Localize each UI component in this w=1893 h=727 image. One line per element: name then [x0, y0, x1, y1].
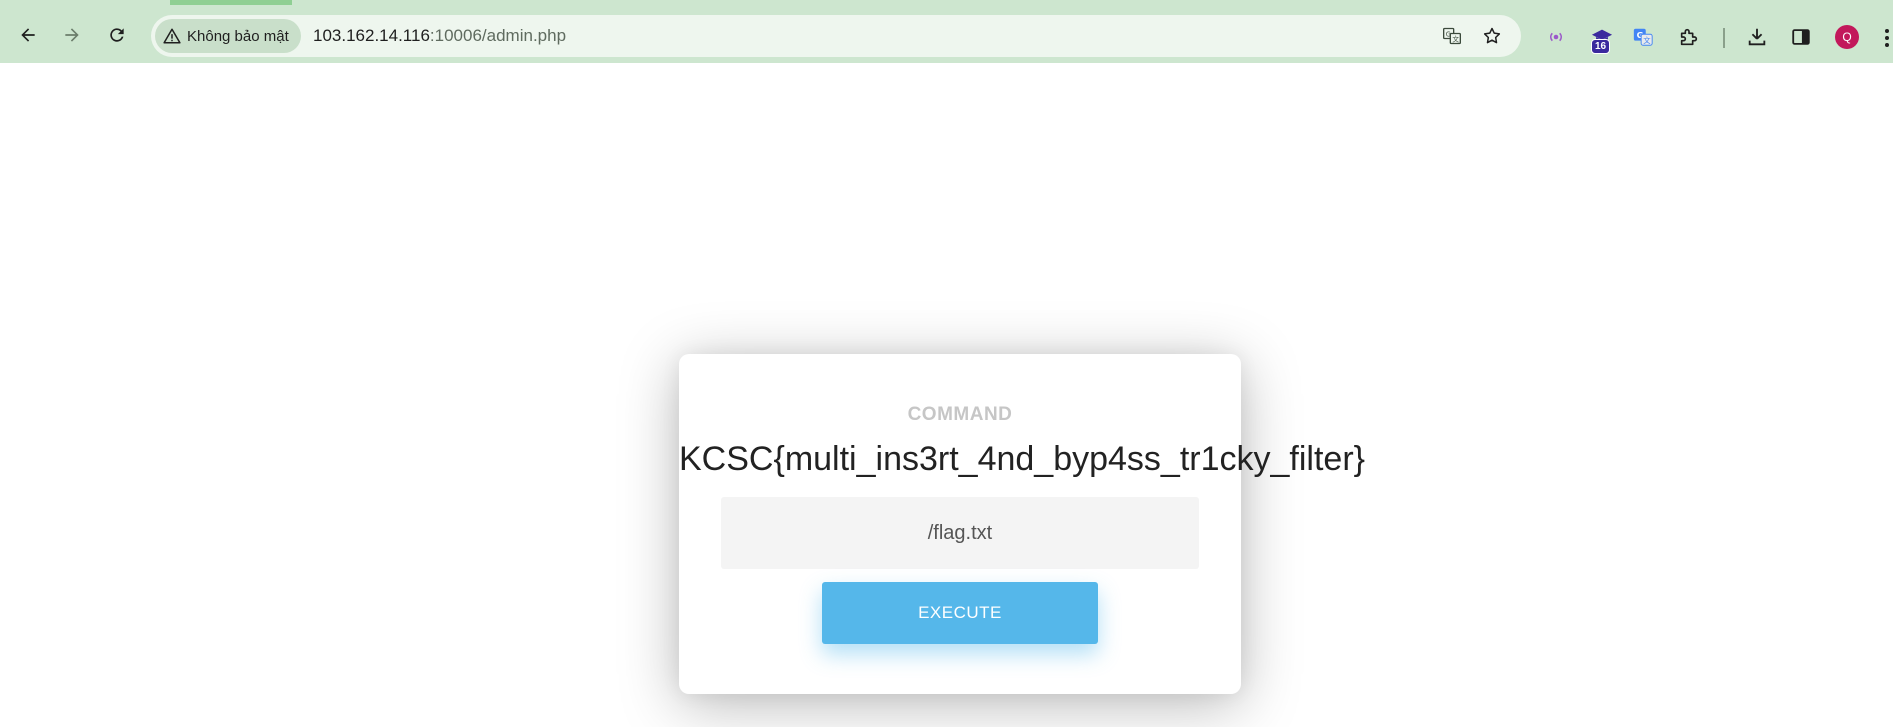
back-button[interactable]	[12, 19, 44, 51]
reload-icon	[110, 28, 124, 42]
url-text[interactable]: 103.162.14.116:10006/admin.php	[313, 26, 566, 46]
star-icon	[1483, 27, 1501, 44]
profile-avatar[interactable]: Q	[1835, 25, 1859, 49]
url-host: 103.162.14.116	[313, 26, 430, 45]
tab-edge-right	[292, 0, 1893, 5]
broadcast-icon	[1550, 32, 1562, 42]
execute-button[interactable]: EXECUTE	[822, 582, 1098, 644]
more-vertical-icon	[1885, 29, 1889, 47]
extension-badge: 16	[1591, 39, 1611, 54]
download-icon	[1748, 28, 1766, 46]
command-result: KCSC{multi_ins3rt_4nd_byp4ss_tr1cky_filt…	[679, 440, 1366, 478]
side-panel-button[interactable]	[1786, 22, 1816, 52]
command-heading: COMMAND	[907, 404, 1013, 425]
toolbar-divider	[1723, 28, 1725, 48]
arrow-right-icon	[65, 28, 79, 42]
command-input[interactable]	[721, 497, 1199, 569]
browser-toolbar: Không bảo mật 103.162.14.116:10006/admin…	[0, 0, 1893, 63]
reload-button[interactable]	[101, 19, 133, 51]
arrow-left-icon	[21, 28, 35, 42]
security-label: Không bảo mật	[187, 27, 289, 45]
bookmark-button[interactable]	[1479, 23, 1505, 49]
google-translate-icon: G文	[1633, 28, 1653, 46]
extension-translate[interactable]: G文	[1628, 22, 1658, 52]
translate-button[interactable]: G文	[1439, 23, 1465, 49]
extensions-button[interactable]	[1674, 22, 1704, 52]
side-panel-icon	[1792, 29, 1810, 45]
url-path: :10006/admin.php	[429, 26, 567, 45]
translate-icon: G文	[1443, 27, 1461, 45]
warning-icon	[163, 28, 181, 44]
menu-button[interactable]	[1882, 27, 1893, 49]
command-card: COMMAND EXECUTE	[679, 354, 1241, 694]
svg-text:文: 文	[1452, 34, 1459, 43]
address-bar[interactable]: Không bảo mật 103.162.14.116:10006/admin…	[151, 15, 1521, 57]
puzzle-icon	[1680, 28, 1698, 46]
security-chip[interactable]: Không bảo mật	[155, 19, 301, 53]
downloads-button[interactable]	[1742, 22, 1772, 52]
tab-edge-left	[0, 0, 170, 5]
forward-button[interactable]	[56, 19, 88, 51]
extension-broadcast[interactable]	[1541, 22, 1571, 52]
svg-text:文: 文	[1643, 36, 1651, 45]
